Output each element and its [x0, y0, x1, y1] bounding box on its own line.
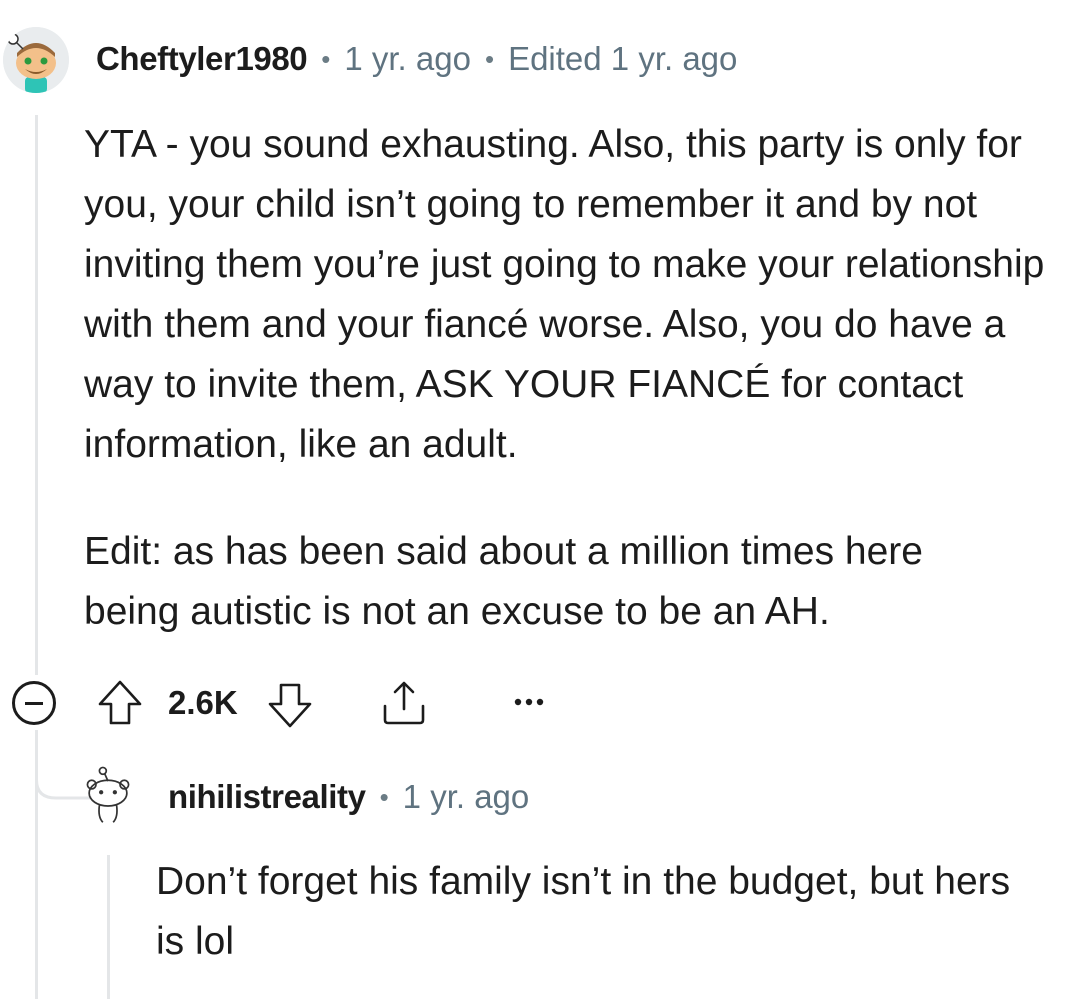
default-snoo-avatar-icon[interactable]: [78, 764, 138, 824]
share-icon[interactable]: [380, 679, 428, 727]
reply-age: 1 yr. ago: [402, 778, 530, 815]
separator-dot: •: [379, 781, 389, 812]
vote-score: 2.6K: [168, 684, 238, 721]
more-options-icon[interactable]: [511, 694, 547, 710]
reply-meta: nihilistreality • 1 yr. ago: [168, 778, 529, 816]
reply-text: Don’t forget his family isn’t in the bud…: [156, 860, 1011, 963]
username[interactable]: Cheftyler1980: [96, 40, 308, 78]
comment-paragraph: Edit: as has been said about a million t…: [84, 530, 923, 633]
separator-dot: •: [484, 43, 495, 74]
downvote-arrow-icon[interactable]: [266, 681, 314, 729]
snoo-chef-avatar-icon: [3, 27, 69, 93]
comment-age: 1 yr. ago: [344, 40, 471, 77]
comment-paragraph: YTA - you sound exhausting. Also, this p…: [84, 123, 1045, 466]
comment-meta: Cheftyler1980 • 1 yr. ago • Edited 1 yr.…: [96, 40, 737, 78]
thread-line-main: [35, 115, 38, 675]
username[interactable]: nihilistreality: [168, 778, 366, 816]
upvote-arrow-icon[interactable]: [96, 679, 144, 727]
collapse-minus-icon[interactable]: [12, 681, 56, 725]
edited-label: Edited 1 yr. ago: [508, 40, 738, 77]
separator-dot: •: [321, 43, 331, 74]
thread-line-reply: [107, 855, 110, 999]
avatar[interactable]: [3, 27, 69, 93]
